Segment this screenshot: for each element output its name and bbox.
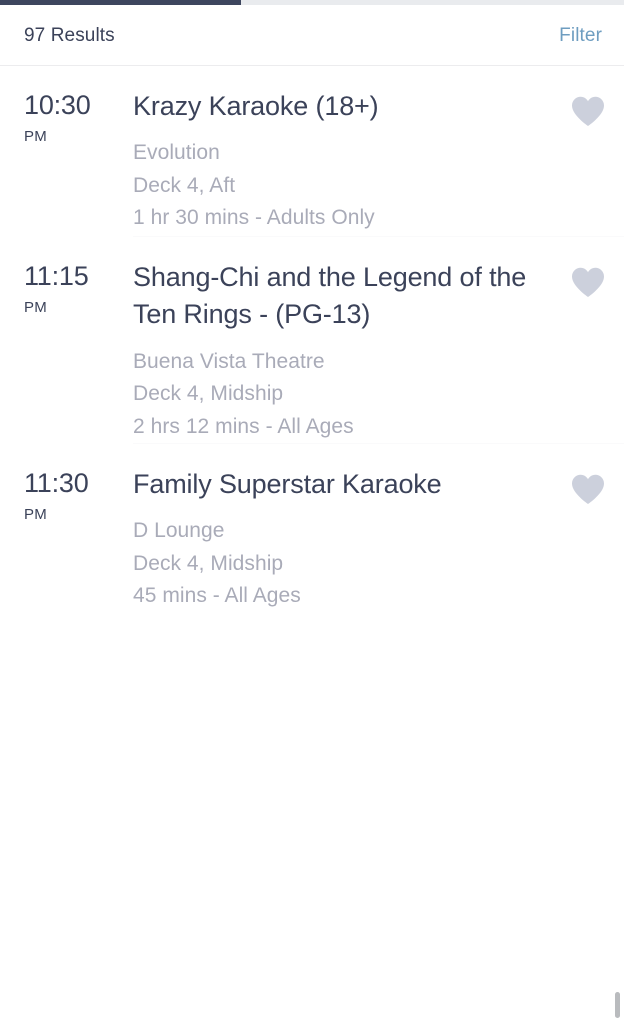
event-time: 11:15 <box>24 261 89 291</box>
status-bar-filler <box>241 0 624 5</box>
results-header: 97 Results Filter <box>0 7 624 65</box>
event-meridiem: PM <box>24 506 48 524</box>
event-location: Deck 4, Aft <box>133 173 236 197</box>
event-body: Shang-Chi and the Legend of the Ten Ring… <box>133 259 552 443</box>
status-bar <box>0 0 624 7</box>
event-meta: Buena Vista Theatre Deck 4, Midship 2 hr… <box>133 346 538 444</box>
event-meridiem: PM <box>24 128 48 146</box>
event-time-block: 11:30 PM <box>0 466 133 524</box>
event-time-block: 11:15 PM <box>0 259 133 317</box>
event-venue: Evolution <box>133 141 220 165</box>
event-venue: D Lounge <box>133 519 225 543</box>
list-item[interactable]: 10:30 PM Krazy Karaoke (18+) Evolution D… <box>0 66 624 236</box>
list-item[interactable]: 11:30 PM Family Superstar Karaoke D Loun… <box>0 444 624 614</box>
events-list: 10:30 PM Krazy Karaoke (18+) Evolution D… <box>0 66 624 616</box>
event-details: 2 hrs 12 mins - All Ages <box>133 414 354 438</box>
heart-icon[interactable] <box>571 96 605 127</box>
event-title: Shang-Chi and the Legend of the Ten Ring… <box>133 262 527 330</box>
filter-button[interactable]: Filter <box>559 25 602 47</box>
favorite-button[interactable] <box>552 466 624 505</box>
heart-icon[interactable] <box>571 474 605 505</box>
favorite-button[interactable] <box>552 88 624 127</box>
list-item[interactable]: 11:15 PM Shang-Chi and the Legend of the… <box>0 237 624 443</box>
results-count-label: 97 Results <box>24 25 115 46</box>
heart-icon[interactable] <box>571 267 605 298</box>
scrollbar-thumb[interactable] <box>615 992 620 1018</box>
event-location: Deck 4, Midship <box>133 551 284 575</box>
event-title: Krazy Karaoke (18+) <box>133 91 379 121</box>
event-details: 1 hr 30 mins - Adults Only <box>133 206 375 230</box>
event-location: Deck 4, Midship <box>133 382 284 406</box>
event-body: Krazy Karaoke (18+) Evolution Deck 4, Af… <box>133 88 552 235</box>
event-time: 11:30 <box>24 468 89 499</box>
event-body: Family Superstar Karaoke D Lounge Deck 4… <box>133 466 552 613</box>
event-venue: Buena Vista Theatre <box>133 349 325 373</box>
event-meridiem: PM <box>24 299 48 317</box>
favorite-button[interactable] <box>552 259 624 298</box>
event-time-block: 10:30 PM <box>0 88 133 146</box>
event-details: 45 mins - All Ages <box>133 584 301 608</box>
event-meta: Evolution Deck 4, Aft 1 hr 30 mins - Adu… <box>133 137 538 235</box>
event-meta: D Lounge Deck 4, Midship 45 mins - All A… <box>133 515 538 613</box>
nav-bar-remnant <box>0 0 241 5</box>
event-title: Family Superstar Karaoke <box>133 469 442 500</box>
event-time: 10:30 <box>24 90 91 120</box>
